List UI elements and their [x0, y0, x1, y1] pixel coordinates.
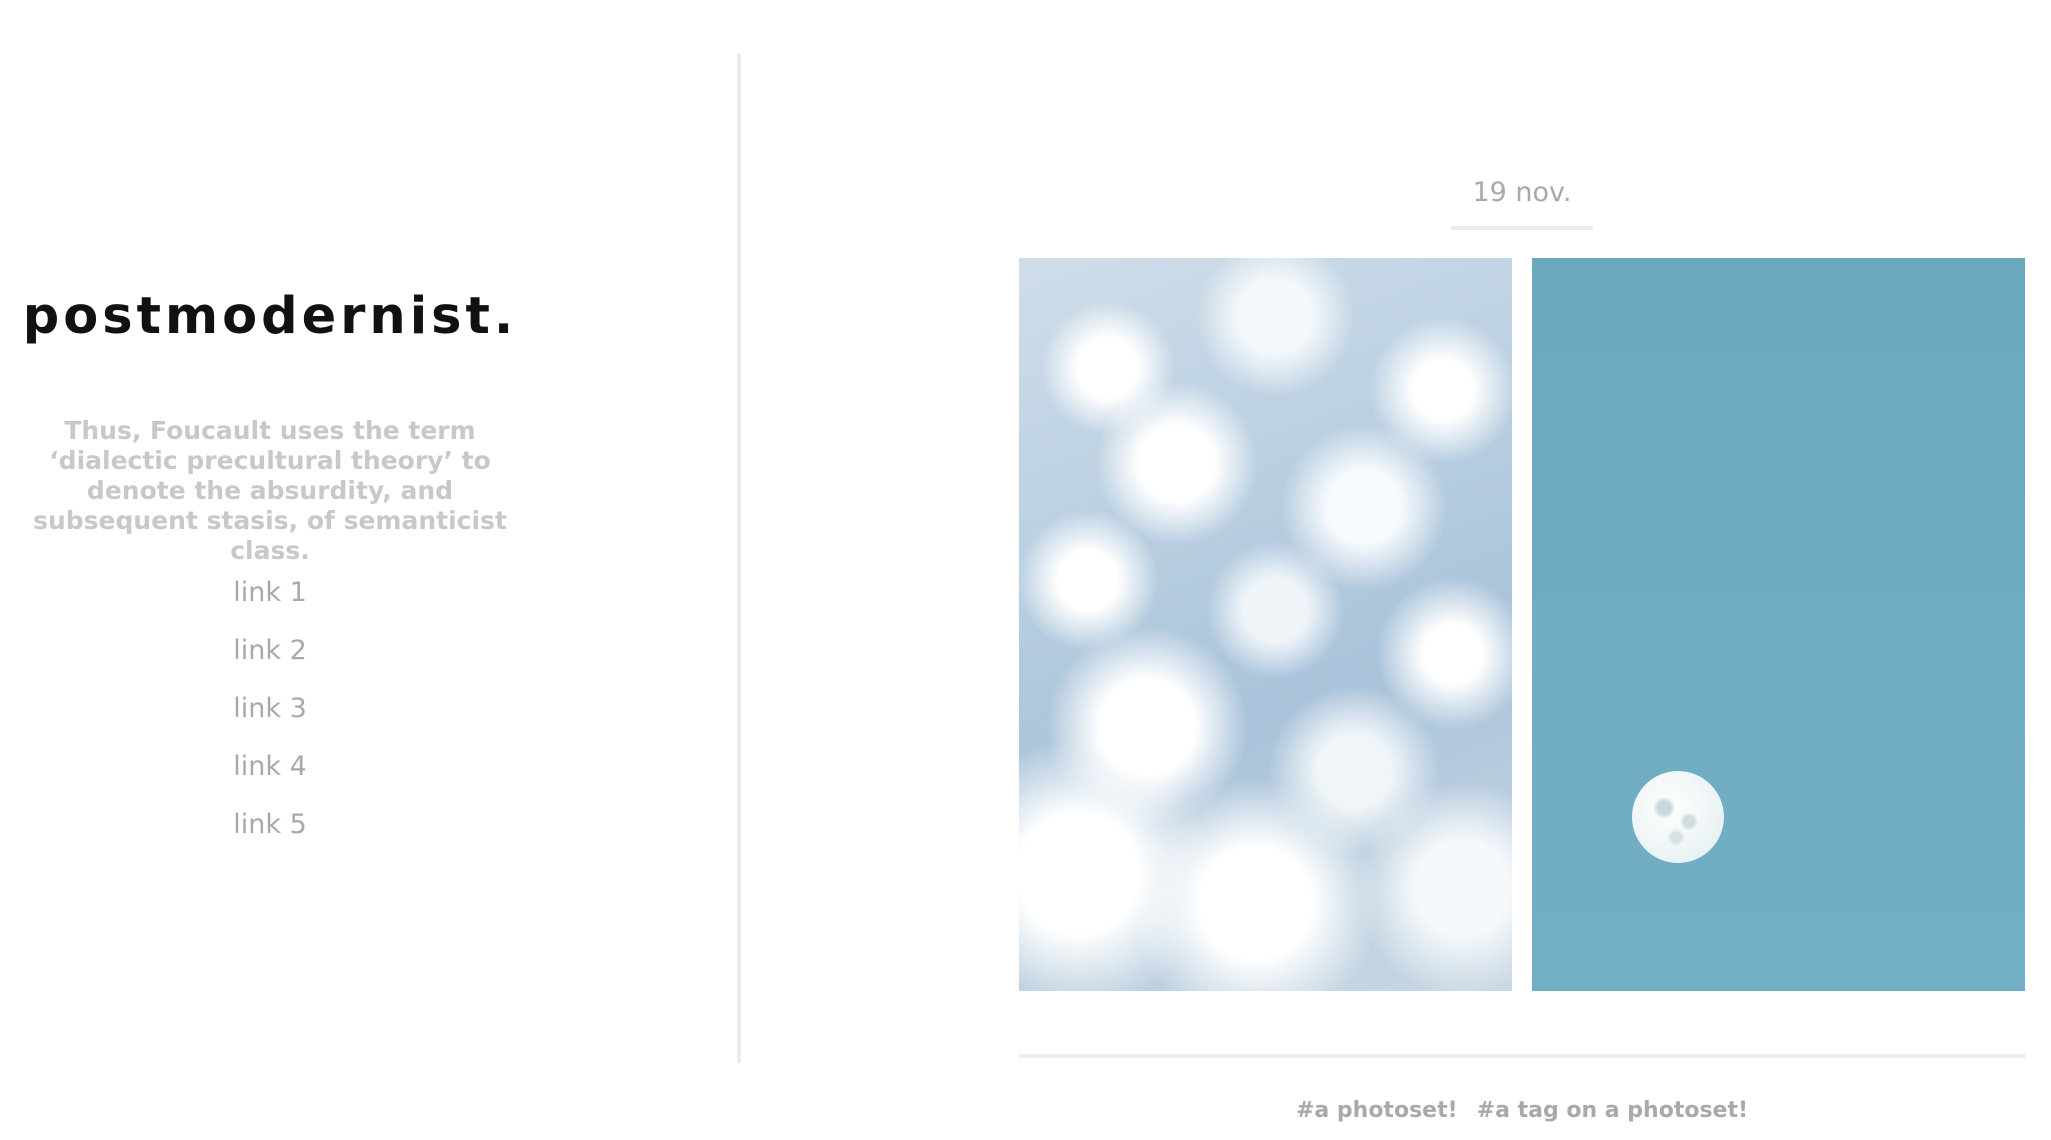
sidebar-link-4[interactable]: link 4	[233, 751, 307, 782]
blog-description: Thus, Foucault uses the term ‘dialectic …	[33, 416, 507, 565]
post-date[interactable]: 19 nov.	[1451, 168, 1593, 218]
sidebar-links: link 1 link 2 link 3 link 4 link 5	[0, 573, 540, 863]
post-footer-divider	[1019, 1054, 2025, 1058]
photoset-image-moon[interactable]	[1532, 258, 2025, 991]
tag-link-2[interactable]: #a tag on a photoset!	[1477, 1098, 1748, 1123]
sidebar-link-2[interactable]: link 2	[233, 635, 307, 666]
date-underline	[1451, 226, 1593, 230]
sidebar-link-5[interactable]: link 5	[233, 809, 307, 840]
sidebar-divider	[737, 54, 741, 1063]
sidebar-link-item: link 1	[0, 573, 540, 631]
sidebar-link-item: link 5	[0, 805, 540, 863]
page: postmodernist. Thus, Foucault uses the t…	[0, 0, 2051, 1140]
moon-graphic	[1632, 771, 1724, 863]
photoset-image-clouds[interactable]	[1019, 258, 1512, 991]
sidebar: postmodernist. Thus, Foucault uses the t…	[0, 0, 540, 1140]
sidebar-link-item: link 3	[0, 689, 540, 747]
post-tags: #a photoset! #a tag on a photoset!	[1019, 1094, 2025, 1128]
blog-title[interactable]: postmodernist.	[0, 284, 540, 350]
sidebar-link-item: link 4	[0, 747, 540, 805]
sidebar-link-item: link 2	[0, 631, 540, 689]
sidebar-link-3[interactable]: link 3	[233, 693, 307, 724]
tag-link-1[interactable]: #a photoset!	[1296, 1098, 1458, 1123]
sidebar-link-1[interactable]: link 1	[233, 577, 307, 608]
